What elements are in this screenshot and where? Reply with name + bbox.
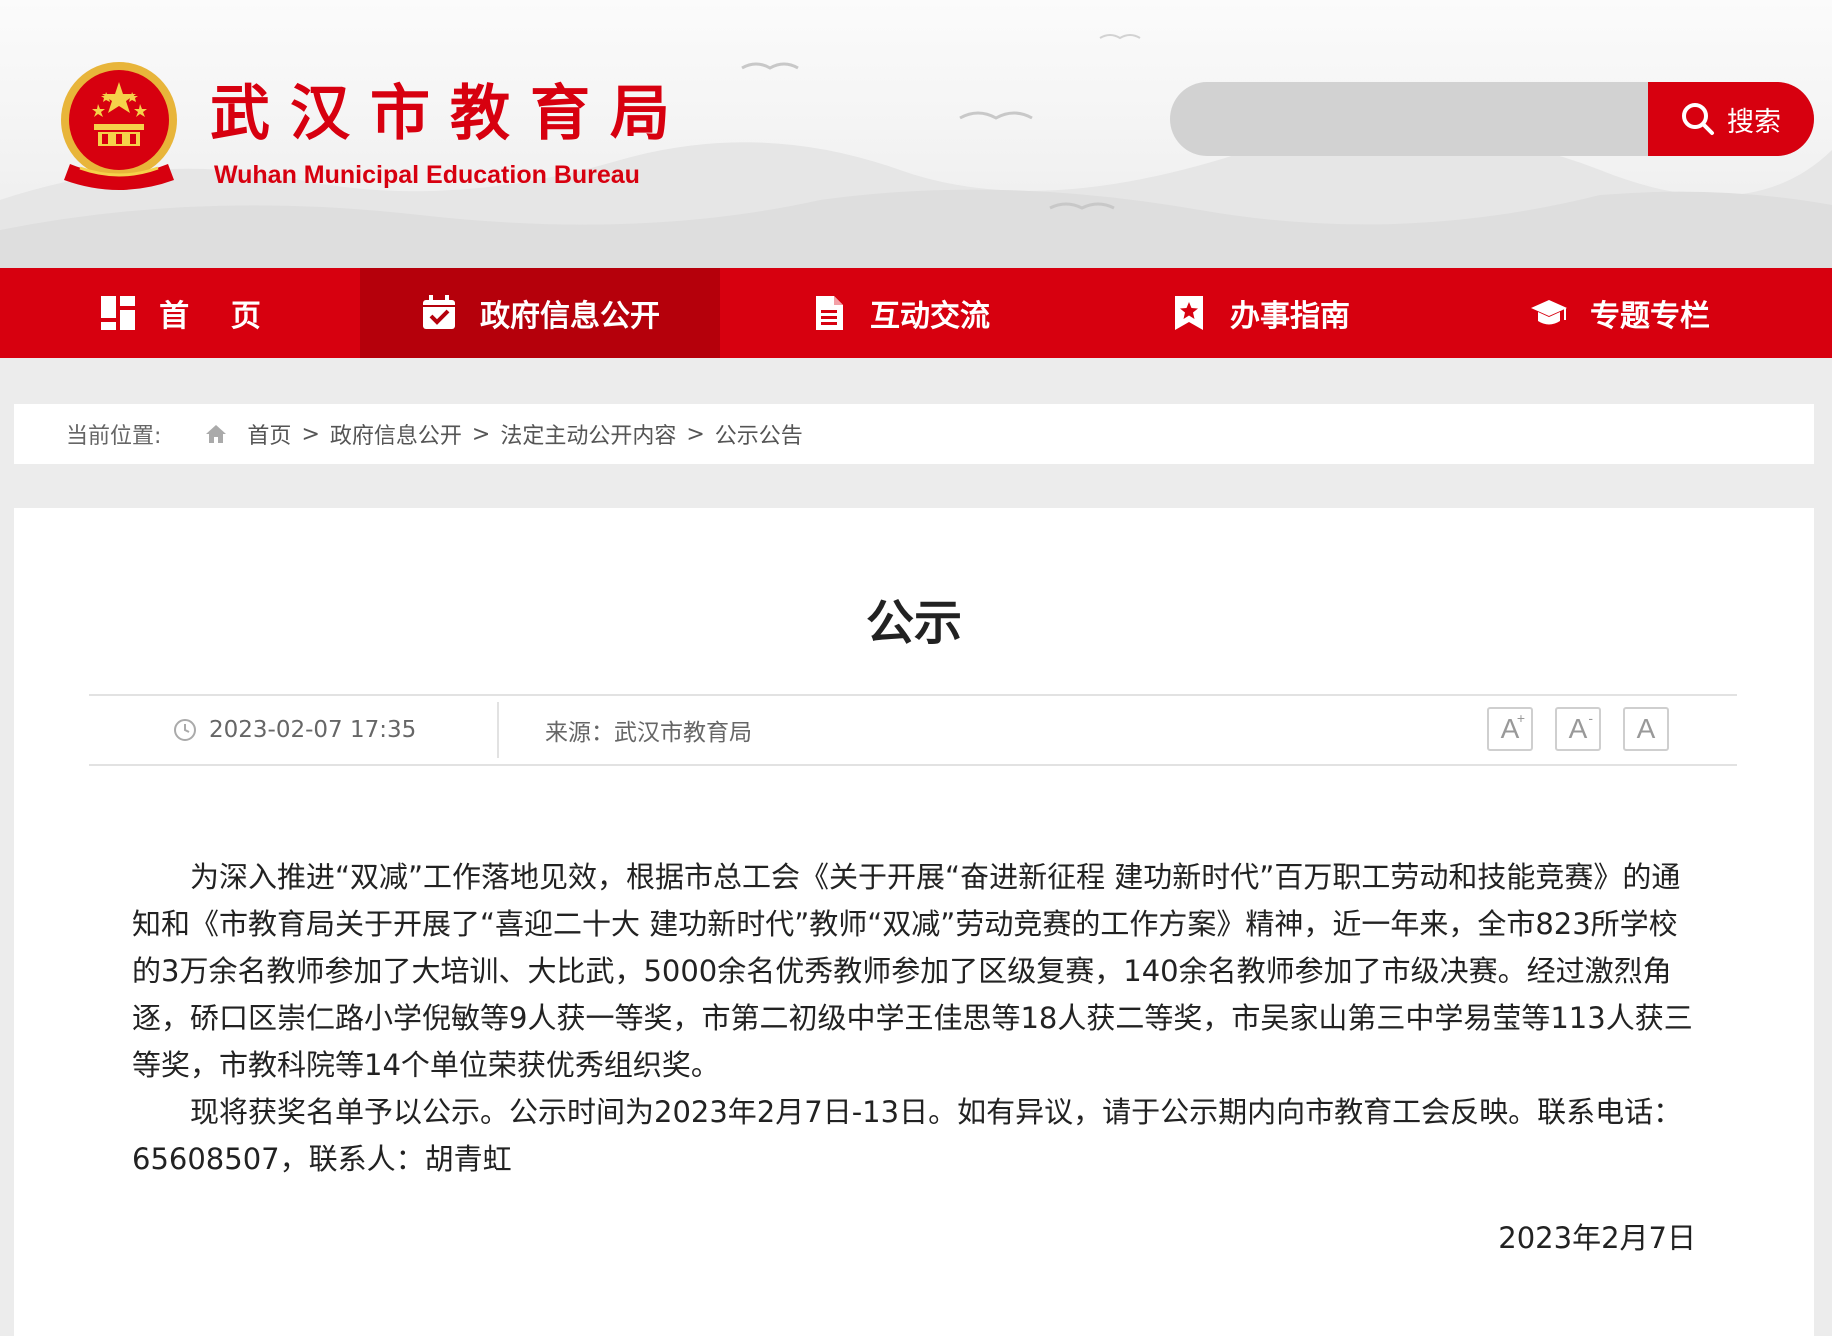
breadcrumb-separator: > [686, 421, 705, 447]
font-size-controls: A + A - A [1487, 707, 1669, 751]
grid-icon [101, 296, 136, 330]
font-increase-mark: + [1516, 710, 1525, 726]
search-box: 搜索 [1170, 82, 1814, 156]
breadcrumb-separator: > [471, 421, 491, 447]
nav-item-interaction[interactable]: 互动交流 [720, 268, 1080, 358]
article-paragraph: 为深入推进“双减”工作落地见效，根据市总工会《关于开展“奋进新征程 建功新时代”… [132, 860, 1693, 1082]
site-title: 武汉市教育局 [210, 79, 690, 149]
article-source: 来源：武汉市教育局 [545, 720, 752, 746]
breadcrumb: 当前位置: 首页 > 政府信息公开 > 法定主动公开内容 > 公示公告 [14, 404, 1814, 464]
font-decrease-mark: - [1588, 710, 1593, 726]
article-date: 2023年2月7日 [1498, 1221, 1696, 1255]
breadcrumb-gov-info[interactable]: 政府信息公开 [330, 418, 462, 450]
article-meta: 2023-02-07 17:35 来源：武汉市教育局 A + A - A [89, 694, 1737, 766]
site-header: 武汉市教育局 Wuhan Municipal Education Bureau … [0, 0, 1832, 268]
nav-item-gov-info[interactable]: 政府信息公开 [360, 268, 720, 358]
breadcrumb-separator: > [301, 421, 320, 447]
breadcrumb-announcements[interactable]: 公示公告 [715, 418, 803, 450]
search-button[interactable]: 搜索 [1648, 82, 1814, 156]
nav-item-label: 办事指南 [1230, 299, 1350, 334]
article-panel: 公示 2023-02-07 17:35 来源：武汉市教育局 A + A - A [14, 508, 1814, 1336]
bookmark-star-icon [1175, 296, 1203, 330]
font-button-label: A [1568, 713, 1588, 744]
calendar-check-icon [423, 295, 455, 329]
search-input[interactable] [1170, 82, 1648, 156]
national-emblem-icon [61, 62, 177, 190]
search-button-label: 搜索 [1727, 106, 1781, 138]
breadcrumb-home[interactable]: 首页 [247, 418, 291, 450]
nav-item-label: 互动交流 [870, 299, 990, 334]
font-increase-button[interactable]: A + [1487, 707, 1533, 751]
nav-item-guide[interactable]: 办事指南 [1080, 268, 1440, 358]
font-button-label: A [1636, 713, 1656, 744]
search-icon [1682, 103, 1714, 135]
article-title: 公示 [865, 595, 962, 651]
nav-item-home[interactable]: 首 页 [0, 268, 360, 358]
nav-item-label: 政府信息公开 [480, 299, 660, 334]
publish-time: 2023-02-07 17:35 [173, 696, 416, 764]
graduation-cap-icon [1531, 300, 1567, 325]
breadcrumb-statutory[interactable]: 法定主动公开内容 [500, 418, 676, 450]
nav-item-label: 首 页 [159, 299, 261, 334]
font-reset-button[interactable]: A [1623, 707, 1669, 751]
article-paragraph: 现将获奖名单予以公示。公示时间为2023年2月7日-13日。如有异议，请于公示期… [132, 1095, 1683, 1176]
publish-time-text: 2023-02-07 17:35 [209, 717, 417, 743]
meta-divider [497, 702, 499, 758]
nav-item-label: 专题专栏 [1590, 299, 1710, 334]
home-icon [206, 425, 227, 443]
site-subtitle: Wuhan Municipal Education Bureau [214, 161, 640, 189]
breadcrumb-label: 当前位置: [66, 424, 162, 449]
main-nav: 首 页 政府信息公开 互动交流 办事指南 专题专栏 [0, 268, 1832, 358]
document-icon [816, 296, 843, 330]
article-content: 为深入推进“双减”工作落地见效，根据市总工会《关于开展“奋进新征程 建功新时代”… [132, 854, 1696, 1262]
font-decrease-button[interactable]: A - [1555, 707, 1601, 751]
clock-icon [174, 719, 196, 741]
nav-item-special[interactable]: 专题专栏 [1440, 268, 1800, 358]
